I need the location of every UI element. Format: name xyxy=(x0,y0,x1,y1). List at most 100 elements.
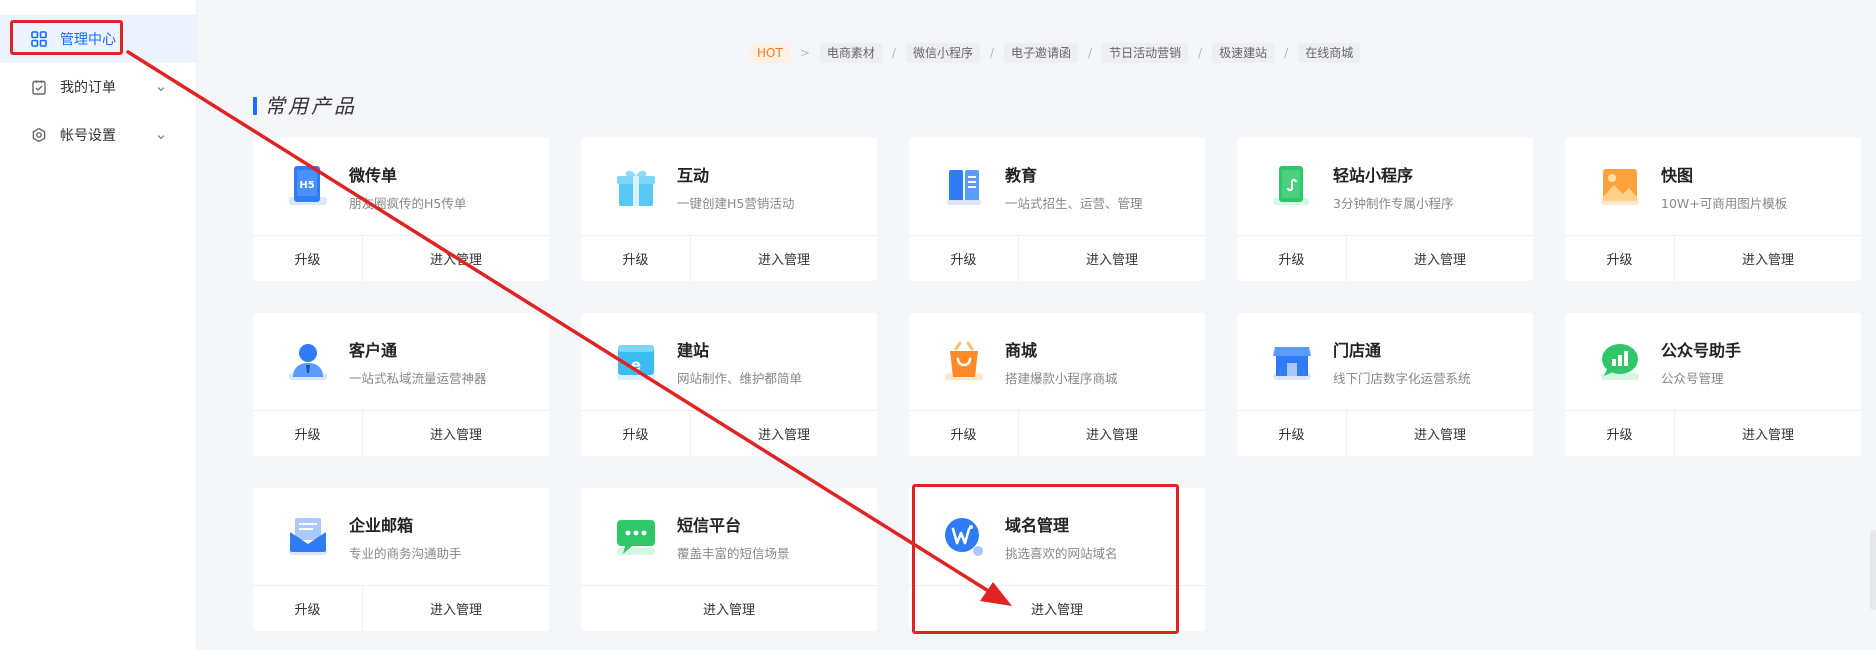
product-name: 商城 xyxy=(1005,341,1038,360)
product-desc: 朋友圈疯传的H5传单 xyxy=(349,196,467,211)
tag[interactable]: 电子邀请函 xyxy=(1004,43,1079,63)
upgrade-button[interactable]: 升级 xyxy=(581,411,691,456)
product-card-hudong: 互动 一键创建H5营销活动 升级 进入管理 xyxy=(581,138,877,281)
product-name: 教育 xyxy=(1005,166,1038,185)
product-name: 互动 xyxy=(677,166,710,185)
book-icon xyxy=(941,164,987,210)
sidebar: 管理中心 我的订单 帐号设置 xyxy=(0,0,197,650)
product-card-mendiantong: 门店通 线下门店数字化运营系统 升级 进入管理 xyxy=(1237,313,1533,456)
upgrade-button[interactable]: 升级 xyxy=(1237,411,1347,456)
manage-button[interactable]: 进入管理 xyxy=(363,586,549,631)
wechat-chart-icon xyxy=(1597,339,1643,385)
product-card-weichuandan: H5 微传单 朋友圈疯传的H5传单 升级 进入管理 xyxy=(253,138,549,281)
mini-program-icon xyxy=(1269,164,1315,210)
manage-button[interactable]: 进入管理 xyxy=(363,236,549,281)
manage-button[interactable]: 进入管理 xyxy=(1019,411,1205,456)
product-name: 企业邮箱 xyxy=(349,516,414,535)
separator: / xyxy=(1198,46,1203,60)
product-name: 门店通 xyxy=(1333,341,1382,360)
product-desc: 一键创建H5营销活动 xyxy=(677,196,795,211)
upgrade-button[interactable]: 升级 xyxy=(581,236,691,281)
section-title: 常用产品 xyxy=(253,94,357,118)
product-card-qiyeyouxiang: 企业邮箱 专业的商务沟通助手 升级 进入管理 xyxy=(253,488,549,631)
upgrade-button[interactable]: 升级 xyxy=(253,236,363,281)
manage-button[interactable]: 进入管理 xyxy=(691,411,877,456)
manage-button[interactable]: 进入管理 xyxy=(691,236,877,281)
product-name: 短信平台 xyxy=(677,516,742,535)
product-desc: 10W+可商用图片模板 xyxy=(1661,196,1788,211)
product-name: 公众号助手 xyxy=(1661,341,1742,360)
product-card-shangcheng: 商城 搭建爆款小程序商城 升级 进入管理 xyxy=(909,313,1205,456)
chevron-down-icon[interactable] xyxy=(156,82,166,98)
manage-button[interactable]: 进入管理 xyxy=(909,586,1205,631)
sidebar-item-label: 管理中心 xyxy=(60,32,116,48)
sidebar-item-my-orders[interactable]: 我的订单 xyxy=(0,63,196,111)
grid-icon xyxy=(30,30,48,48)
manage-button[interactable]: 进入管理 xyxy=(1347,411,1533,456)
store-icon xyxy=(1269,339,1315,385)
gift-icon xyxy=(613,164,659,210)
product-card-kehutong: 客户通 一站式私域流量运营神器 升级 进入管理 xyxy=(253,313,549,456)
settings-icon xyxy=(30,126,48,144)
manage-button[interactable]: 进入管理 xyxy=(581,586,877,631)
product-desc: 线下门店数字化运营系统 xyxy=(1333,371,1471,386)
image-icon xyxy=(1597,164,1643,210)
manage-button[interactable]: 进入管理 xyxy=(1675,236,1861,281)
product-card-qingzhan: 轻站小程序 3分钟制作专属小程序 升级 进入管理 xyxy=(1237,138,1533,281)
product-name: 快图 xyxy=(1661,166,1694,185)
separator: / xyxy=(1088,46,1093,60)
product-desc: 3分钟制作专属小程序 xyxy=(1333,196,1454,211)
tag[interactable]: 在线商城 xyxy=(1298,43,1361,63)
tag[interactable]: 电商素材 xyxy=(819,43,882,63)
product-card-duanxin: 短信平台 覆盖丰富的短信场景 进入管理 xyxy=(581,488,877,631)
tag-hot[interactable]: HOT xyxy=(750,43,790,63)
tag[interactable]: 微信小程序 xyxy=(905,43,980,63)
upgrade-button[interactable]: 升级 xyxy=(909,411,1019,456)
product-card-jiaoyu: 教育 一站式招生、运营、管理 升级 进入管理 xyxy=(909,138,1205,281)
upgrade-button[interactable]: 升级 xyxy=(1565,236,1675,281)
website-icon: e xyxy=(613,339,659,385)
manage-button[interactable]: 进入管理 xyxy=(363,411,549,456)
product-name: 轻站小程序 xyxy=(1333,166,1414,185)
upgrade-button[interactable]: 升级 xyxy=(1565,411,1675,456)
chevron-down-icon[interactable] xyxy=(156,130,166,146)
upgrade-button[interactable]: 升级 xyxy=(909,236,1019,281)
manage-button[interactable]: 进入管理 xyxy=(1675,411,1861,456)
upgrade-button[interactable]: 升级 xyxy=(1237,236,1347,281)
shop-bag-icon xyxy=(941,339,987,385)
tag[interactable]: 极速建站 xyxy=(1212,43,1275,63)
product-desc: 挑选喜欢的网站域名 xyxy=(1005,546,1118,561)
sidebar-item-account-settings[interactable]: 帐号设置 xyxy=(0,111,196,159)
tag[interactable]: 节日活动营销 xyxy=(1102,43,1189,63)
chevron-right-icon: > xyxy=(799,46,810,60)
product-desc: 一站式招生、运营、管理 xyxy=(1005,196,1143,211)
product-desc: 搭建爆款小程序商城 xyxy=(1005,371,1118,386)
separator: / xyxy=(891,46,896,60)
customer-icon xyxy=(285,339,331,385)
upgrade-button[interactable]: 升级 xyxy=(253,411,363,456)
product-name: 客户通 xyxy=(349,341,398,360)
product-desc: 专业的商务沟通助手 xyxy=(349,546,462,561)
category-tags: HOT > 电商素材 / 微信小程序 / 电子邀请函 / 节日活动营销 / 极速… xyxy=(750,43,1361,63)
order-icon xyxy=(30,78,48,96)
product-name: 域名管理 xyxy=(1005,516,1070,535)
product-desc: 公众号管理 xyxy=(1661,371,1724,386)
product-desc: 覆盖丰富的短信场景 xyxy=(677,546,790,561)
sms-icon xyxy=(613,514,659,560)
svg-text:H5: H5 xyxy=(299,180,314,191)
separator: / xyxy=(1284,46,1289,60)
separator: / xyxy=(989,46,994,60)
upgrade-button[interactable]: 升级 xyxy=(253,586,363,631)
manage-button[interactable]: 进入管理 xyxy=(1347,236,1533,281)
svg-text:e: e xyxy=(631,356,641,374)
h5-tablet-icon: H5 xyxy=(285,164,331,210)
domain-globe-icon xyxy=(941,514,987,560)
product-name: 建站 xyxy=(677,341,710,360)
product-card-gongzhonghao: 公众号助手 公众号管理 升级 进入管理 xyxy=(1565,313,1861,456)
sidebar-item-management-center[interactable]: 管理中心 xyxy=(0,15,196,63)
sidebar-item-label: 帐号设置 xyxy=(60,128,116,144)
scrollbar-thumb[interactable] xyxy=(1870,530,1876,610)
product-desc: 网站制作、维护都简单 xyxy=(677,371,803,386)
manage-button[interactable]: 进入管理 xyxy=(1019,236,1205,281)
product-card-kuaitu: 快图 10W+可商用图片模板 升级 进入管理 xyxy=(1565,138,1861,281)
